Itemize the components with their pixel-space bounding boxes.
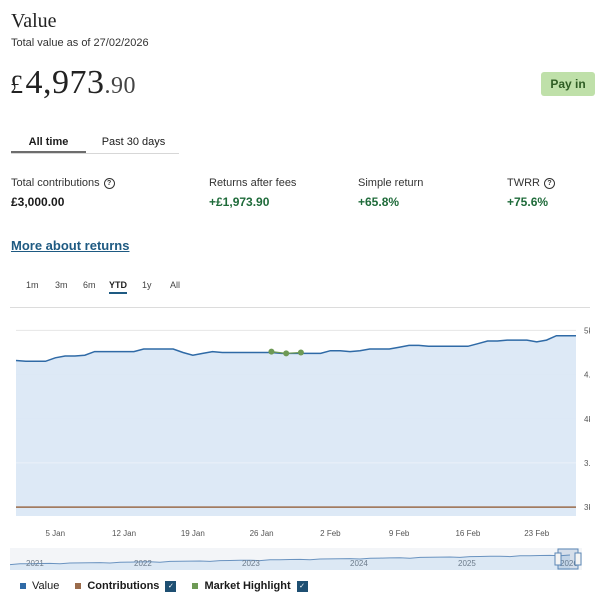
legend-label: Market Highlight xyxy=(204,580,291,592)
metric-value: +65.8% xyxy=(358,195,400,209)
range-3m[interactable]: 3m xyxy=(55,280,68,290)
navigator-svg: 202120222023202420252026 xyxy=(9,548,582,570)
chart-navigator[interactable]: 202120222023202420252026 xyxy=(9,548,582,570)
checkbox-checked-icon[interactable]: ✓ xyxy=(296,580,308,592)
metric-returns-after-fees: Returns after fees +£1,973.90 xyxy=(209,177,296,209)
value-date-subtitle: Total value as of 27/02/2026 xyxy=(11,37,149,49)
market-highlight-point xyxy=(283,350,290,357)
y-tick-label: 3k xyxy=(584,503,590,512)
metric-value: +£1,973.90 xyxy=(209,195,270,209)
chart-legend: Value Contributions ✓ Market Highlight ✓ xyxy=(20,579,324,593)
legend-item-market-highlight[interactable]: Market Highlight ✓ xyxy=(192,580,308,592)
range-1m[interactable]: 1m xyxy=(26,280,39,290)
market-highlight-point xyxy=(268,348,275,355)
metric-label: Returns after fees xyxy=(209,177,297,189)
range-all[interactable]: All xyxy=(170,280,180,290)
x-tick-label: 19 Jan xyxy=(181,529,205,538)
x-tick-label: 26 Jan xyxy=(250,529,274,538)
x-tick-label: 16 Feb xyxy=(455,529,480,538)
range-selector: 1m 3m 6m YTD 1y All xyxy=(26,280,196,296)
legend-item-contributions[interactable]: Contributions ✓ xyxy=(75,580,177,592)
y-tick-label: 4k xyxy=(584,415,590,424)
x-tick-label: 5 Jan xyxy=(46,529,66,538)
value-chart: 5k 4.5k 4k 3.5k 3k 5 Jan 12 Jan 19 Jan 26 Jan 2 F… xyxy=(10,307,600,548)
metric-total-contributions: Total contributions? £3,000.00 xyxy=(11,177,115,209)
navigator-year-label: 2025 xyxy=(458,559,476,568)
legend-label: Contributions xyxy=(87,580,160,592)
y-tick-label: 5k xyxy=(584,326,590,335)
metric-simple-return: Simple return +65.8% xyxy=(358,177,423,209)
period-tabs: All time Past 30 days xyxy=(11,133,179,154)
metric-value: £3,000.00 xyxy=(11,195,65,209)
currency-symbol: £ xyxy=(10,70,24,99)
legend-swatch xyxy=(75,583,82,589)
chart-svg: 5k 4.5k 4k 3.5k 3k 5 Jan 12 Jan 19 Jan 26 Jan 2 F… xyxy=(15,326,600,538)
navigator-year-label: 2022 xyxy=(134,559,152,568)
navigator-handle-left[interactable] xyxy=(554,552,562,566)
tab-all-time[interactable]: All time xyxy=(11,133,86,153)
metric-twrr: TWRR? +75.6% xyxy=(507,177,555,209)
legend-swatch xyxy=(20,583,26,589)
market-highlight-point xyxy=(297,349,304,356)
help-icon[interactable]: ? xyxy=(103,177,115,189)
x-tick-label: 2 Feb xyxy=(320,529,341,538)
total-value: £4,973.90 xyxy=(10,64,136,102)
page-title: Value xyxy=(11,10,57,32)
x-tick-label: 23 Feb xyxy=(524,529,549,538)
legend-item-value[interactable]: Value xyxy=(20,580,59,592)
navigator-year-label: 2021 xyxy=(26,559,44,568)
navigator-handle-right[interactable] xyxy=(574,552,582,566)
y-tick-label: 3.5k xyxy=(584,459,590,468)
metric-label: TWRR xyxy=(507,177,540,189)
x-tick-label: 9 Feb xyxy=(389,529,410,538)
legend-swatch xyxy=(192,583,199,589)
legend-label: Value xyxy=(32,580,60,592)
range-6m[interactable]: 6m xyxy=(83,280,96,290)
value-integer: 4,973 xyxy=(25,64,105,101)
value-area xyxy=(16,335,576,516)
navigator-year-label: 2023 xyxy=(242,559,260,568)
metric-value: +75.6% xyxy=(507,195,549,209)
metric-label: Total contributions xyxy=(11,177,100,189)
checkbox-checked-icon[interactable]: ✓ xyxy=(165,580,177,592)
range-1y[interactable]: 1y xyxy=(142,280,152,290)
tab-past-30-days[interactable]: Past 30 days xyxy=(91,133,176,151)
y-tick-label: 4.5k xyxy=(584,371,590,380)
metric-label: Simple return xyxy=(358,177,424,189)
range-ytd[interactable]: YTD xyxy=(109,280,127,294)
help-icon[interactable]: ? xyxy=(544,177,555,189)
navigator-year-label: 2024 xyxy=(350,559,368,568)
more-about-returns-link[interactable]: More about returns xyxy=(11,238,129,253)
value-decimal: .90 xyxy=(104,73,136,99)
x-tick-label: 12 Jan xyxy=(112,529,136,538)
pay-in-button[interactable]: Pay in xyxy=(541,72,595,96)
